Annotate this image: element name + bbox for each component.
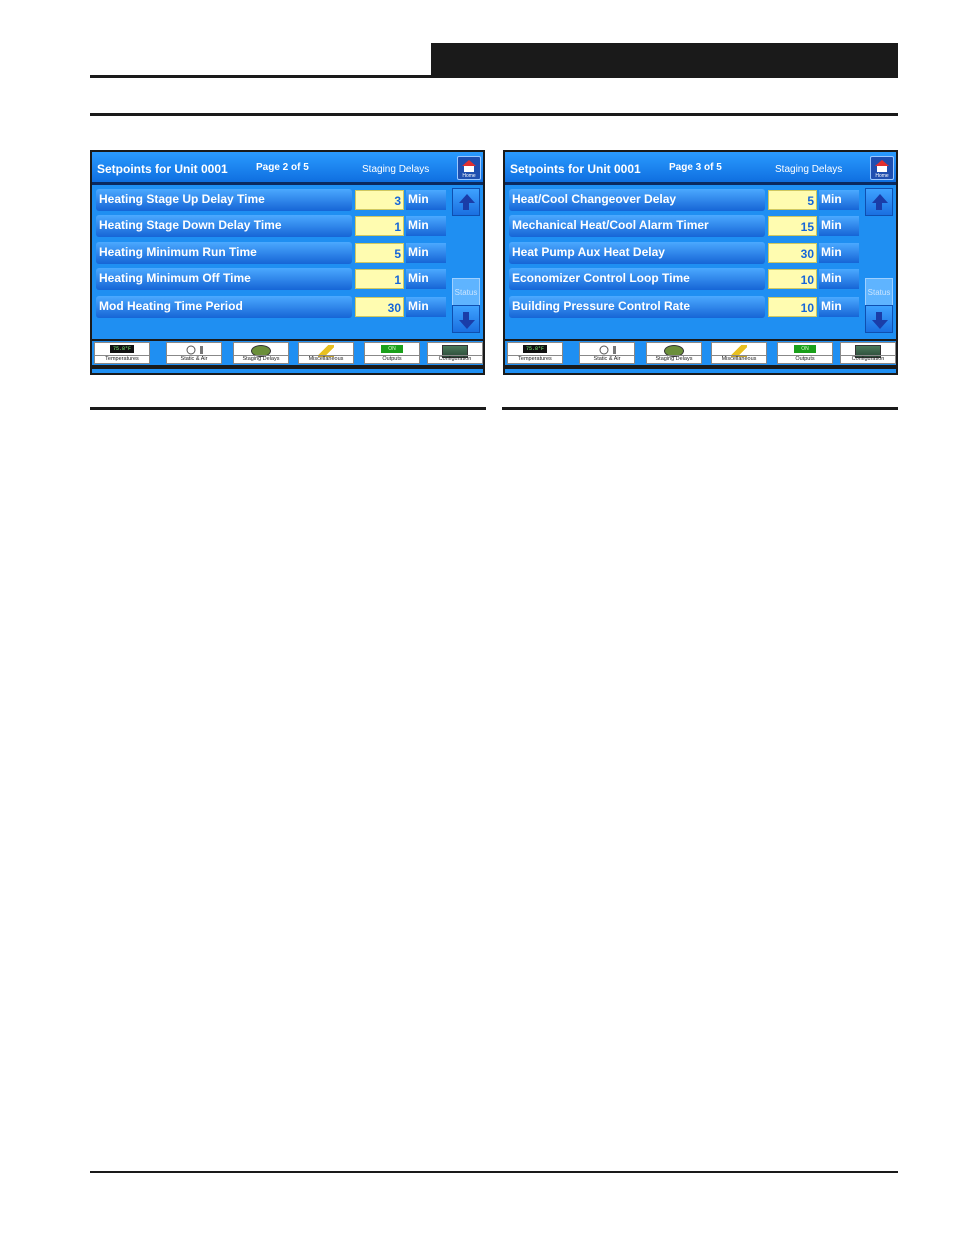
setpoint-label: Heating Minimum Off Time [96,268,352,290]
tab-miscellaneous[interactable]: Miscellaneous [711,342,767,364]
header-bar [431,43,898,78]
tab-bar: 75.8°F Temperatures Static & Air Staging… [90,339,485,369]
tab-bar: 75.8°F Temperatures Static & Air Staging… [503,339,898,369]
screen-panel-page-3: Setpoints for Unit 0001 Page 3 of 5 Stag… [503,150,898,375]
display-icon: 75.8°F [110,345,134,353]
header-rule [90,75,431,78]
setpoint-list: Heating Stage Up Delay Time 3 Min Heatin… [92,185,483,341]
tab-static-air[interactable]: Static & Air [166,342,222,364]
setpoint-label: Mod Heating Time Period [96,296,352,318]
fan-icon [599,345,616,355]
home-button[interactable]: Home [457,156,481,180]
setpoint-list: Heat/Cool Changeover Delay 5 Min Mechani… [505,185,896,341]
setpoint-label: Building Pressure Control Rate [509,296,765,318]
setpoint-value[interactable]: 15 [768,216,817,236]
page-up-button[interactable] [865,188,893,216]
screen-title: Setpoints for Unit 0001 [97,162,228,176]
setpoint-unit: Min [819,216,859,236]
fan-icon [186,345,203,355]
setpoint-unit: Min [406,216,446,236]
setpoint-unit: Min [819,243,859,263]
footer-rule [90,1171,898,1173]
tab-outputs[interactable]: ON Outputs [777,342,833,364]
setpoint-value[interactable]: 3 [355,190,404,210]
setpoint-unit: Min [819,269,859,289]
tab-miscellaneous[interactable]: Miscellaneous [298,342,354,364]
caption-rule-left [90,407,486,410]
setpoint-value[interactable]: 10 [768,297,817,317]
tab-staging-delays[interactable]: Staging Delays [646,342,702,364]
title-bar: Setpoints for Unit 0001 Page 3 of 5 Stag… [505,152,896,182]
home-label: Home [875,173,889,179]
page-down-button[interactable] [452,305,480,333]
on-indicator-icon: ON [381,345,403,353]
setpoint-value[interactable]: 30 [355,297,404,317]
setpoint-value[interactable]: 5 [355,243,404,263]
setpoint-unit: Min [406,243,446,263]
setpoint-value[interactable]: 10 [768,269,817,289]
on-indicator-icon: ON [794,345,816,353]
title-bar: Setpoints for Unit 0001 Page 2 of 5 Stag… [92,152,483,182]
setpoint-value[interactable]: 1 [355,216,404,236]
page-up-button[interactable] [452,188,480,216]
tab-outputs[interactable]: ON Outputs [364,342,420,364]
caption-rule-right [502,407,898,410]
setpoint-label: Mechanical Heat/Cool Alarm Timer [509,215,765,237]
setpoint-value[interactable]: 1 [355,269,404,289]
tab-temperatures[interactable]: 75.8°F Temperatures [94,342,150,364]
display-icon: 75.8°F [523,345,547,353]
section-rule-top [90,113,898,116]
setpoint-unit: Min [406,297,446,317]
setpoint-value[interactable]: 5 [768,190,817,210]
tab-configuration[interactable]: Configuration [427,342,483,364]
page-down-button[interactable] [865,305,893,333]
screen-panel-page-2: Setpoints for Unit 0001 Page 2 of 5 Stag… [90,150,485,375]
screen-title: Setpoints for Unit 0001 [510,162,641,176]
status-button[interactable]: Status [452,278,480,306]
setpoint-label: Heat Pump Aux Heat Delay [509,242,765,264]
home-button[interactable]: Home [870,156,894,180]
setpoint-unit: Min [406,269,446,289]
home-label: Home [462,173,476,179]
setpoint-value[interactable]: 30 [768,243,817,263]
arrow-down-icon [872,320,888,329]
setpoint-label: Heating Stage Down Delay Time [96,215,352,237]
setpoint-unit: Min [819,190,859,210]
tab-configuration[interactable]: Configuration [840,342,896,364]
tab-staging-delays[interactable]: Staging Delays [233,342,289,364]
section-name: Staging Delays [362,164,430,175]
setpoint-label: Heat/Cool Changeover Delay [509,189,765,211]
section-name: Staging Delays [775,164,843,175]
setpoint-label: Economizer Control Loop Time [509,268,765,290]
setpoint-label: Heating Minimum Run Time [96,242,352,264]
tab-static-air[interactable]: Static & Air [579,342,635,364]
setpoint-unit: Min [819,297,859,317]
setpoint-unit: Min [406,190,446,210]
arrow-down-icon [459,320,475,329]
tab-temperatures[interactable]: 75.8°F Temperatures [507,342,563,364]
page-indicator: Page 2 of 5 [256,162,309,173]
setpoint-label: Heating Stage Up Delay Time [96,189,352,211]
status-button[interactable]: Status [865,278,893,306]
page-indicator: Page 3 of 5 [669,162,722,173]
